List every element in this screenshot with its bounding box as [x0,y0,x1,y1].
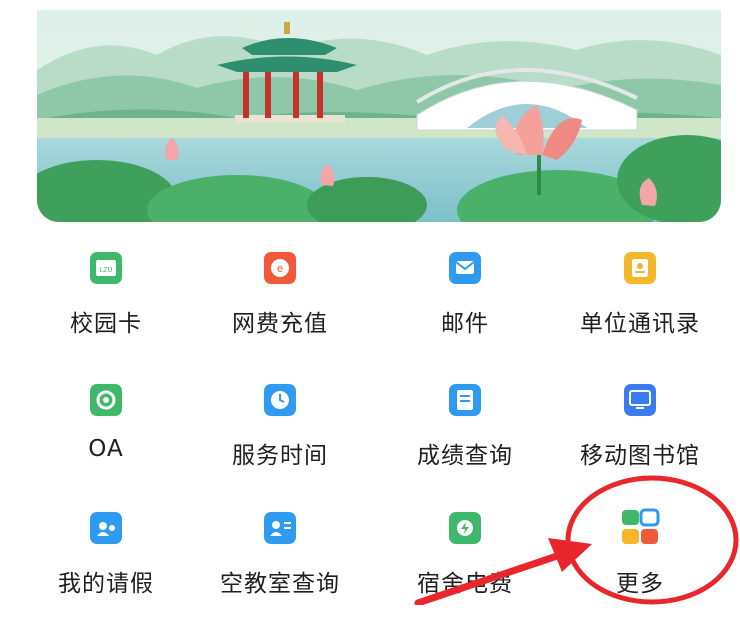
svg-text:e: e [277,263,283,275]
tile-label: 我的请假 [58,571,154,597]
tile-label: OA [88,436,124,462]
mail-icon [449,252,481,284]
campus-card-icon: LZU [90,252,122,284]
function-grid: LZU 校园卡 e 网费充值 邮件 单位通讯录 OA 服务时间 成绩查询 移动图… [0,0,740,605]
tile-label: 空教室查询 [220,571,340,597]
tile-dorm-electricity[interactable]: 宿舍电费 [380,508,550,618]
tile-label: 移动图书馆 [580,443,700,469]
tile-network-fee[interactable]: e 网费充值 [195,248,365,358]
tile-empty-classroom[interactable]: 空教室查询 [195,508,365,618]
tile-service-hours[interactable]: 服务时间 [195,380,365,490]
tile-mobile-library[interactable]: 移动图书馆 [555,380,725,490]
tile-oa[interactable]: OA [21,380,191,490]
tile-grade-query[interactable]: 成绩查询 [380,380,550,490]
tile-label: 宿舍电费 [417,571,513,597]
tile-leave-request[interactable]: 我的请假 [21,508,191,618]
tile-label: 校园卡 [70,311,142,337]
tile-label: 服务时间 [232,443,328,469]
tile-more[interactable]: 更多 [555,508,725,618]
tile-label: 单位通讯录 [580,311,700,337]
address-book-icon [624,252,656,284]
svg-text:LZU: LZU [99,267,112,274]
library-icon [624,384,656,416]
tile-label: 邮件 [441,311,489,337]
grade-query-icon [449,384,481,416]
dorm-electricity-icon [449,512,481,544]
tile-label: 成绩查询 [417,443,513,469]
tile-label: 网费充值 [232,311,328,337]
clock-icon [264,384,296,416]
tile-label: 更多 [616,571,664,597]
more-grid-icon [622,508,660,544]
oa-icon [90,384,122,416]
tile-address-book[interactable]: 单位通讯录 [555,248,725,358]
leave-request-icon [90,512,122,544]
network-fee-icon: e [264,252,296,284]
empty-classroom-icon [264,512,296,544]
tile-mail[interactable]: 邮件 [380,248,550,358]
tile-campus-card[interactable]: LZU 校园卡 [21,248,191,358]
